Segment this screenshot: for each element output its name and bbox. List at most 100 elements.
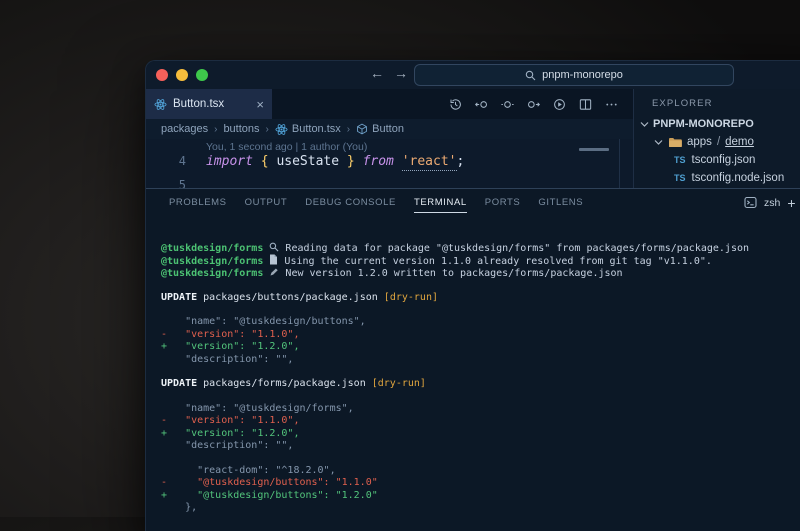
update-label: UPDATE bbox=[161, 292, 197, 303]
terminal-line bbox=[161, 453, 800, 465]
breadcrumb-item[interactable]: Button.tsx bbox=[275, 123, 341, 136]
close-window-button[interactable] bbox=[156, 69, 168, 81]
terminal-line: @tuskdesign/forms New version 1.2.0 writ… bbox=[161, 267, 800, 279]
panel-tab-label: TERMINAL bbox=[414, 197, 467, 213]
open-changes-icon[interactable] bbox=[500, 97, 515, 112]
terminal-line: - "@tuskdesign/buttons": "1.1.0" bbox=[161, 477, 800, 489]
breadcrumb-separator: › bbox=[266, 124, 269, 135]
code-token: from bbox=[363, 154, 394, 169]
terminal-line: "name": "@tuskdesign/buttons", bbox=[161, 316, 800, 328]
code-token: ; bbox=[457, 154, 465, 169]
titlebar: ← → pnpm-monorepo bbox=[146, 61, 800, 89]
tab-label: Button.tsx bbox=[173, 98, 224, 110]
more-actions-icon[interactable] bbox=[604, 97, 619, 112]
timeline-history-icon[interactable] bbox=[448, 97, 463, 112]
panel-tab-bar: PROBLEMS OUTPUTDEBUG CONSOLE TERMINAL PORTS… bbox=[146, 189, 800, 216]
git-blame-annotation: You, 1 second ago | 1 author (You) bbox=[206, 141, 367, 153]
next-change-icon[interactable] bbox=[526, 97, 541, 112]
react-icon bbox=[275, 123, 288, 136]
terminal-line: @tuskdesign/forms Using the current vers… bbox=[161, 254, 800, 266]
breadcrumb-item[interactable]: buttons bbox=[223, 123, 259, 135]
typescript-file-icon: TS bbox=[674, 155, 686, 165]
split-editor-icon[interactable] bbox=[578, 97, 593, 112]
breadcrumb: packages›buttons›Button.tsx›Button bbox=[146, 119, 633, 139]
terminal-line: + "version": "1.2.0", bbox=[161, 341, 800, 353]
diff-ctx-line: "react-dom": "^18.2.0", bbox=[161, 465, 336, 476]
run-file-icon[interactable] bbox=[552, 97, 567, 112]
terminal-line bbox=[161, 304, 800, 316]
code-line: import { useState } from 'react'; bbox=[206, 154, 464, 169]
terminal-line: "name": "@tuskdesign/forms", bbox=[161, 403, 800, 415]
new-terminal-button[interactable]: + bbox=[787, 195, 795, 211]
panel-tab-debug-console[interactable]: DEBUG CONSOLE bbox=[296, 189, 405, 216]
panel-tab-label: PROBLEMS bbox=[169, 197, 227, 208]
forward-arrow-icon[interactable]: → bbox=[394, 65, 408, 81]
minimap-border bbox=[619, 139, 620, 188]
panel-tab-ports[interactable]: PORTS bbox=[476, 189, 530, 216]
document-icon bbox=[269, 256, 278, 267]
code-token: { bbox=[261, 154, 269, 169]
previous-change-icon[interactable] bbox=[474, 97, 489, 112]
package-prefix: @tuskdesign/forms bbox=[161, 268, 263, 279]
terminal-line: - "version": "1.1.0", bbox=[161, 415, 800, 427]
diff-add-line: + "version": "1.2.0", bbox=[161, 341, 299, 352]
panel-tab-label: PORTS bbox=[485, 197, 521, 208]
update-path: packages/forms/package.json bbox=[203, 378, 366, 389]
terminal-output[interactable]: @tuskdesign/forms Reading data for packa… bbox=[146, 216, 800, 515]
panel-tab-terminal[interactable]: TERMINAL bbox=[405, 189, 476, 216]
command-center-search[interactable]: pnpm-monorepo bbox=[414, 64, 734, 86]
log-text: Reading data for package "@tuskdesign/fo… bbox=[285, 243, 749, 254]
file-row-tsconfig[interactable]: TS tsconfig.json bbox=[634, 151, 800, 169]
editor-group: Button.tsx × packages › buttons › Button.tsx… bbox=[146, 89, 633, 188]
close-tab-icon[interactable]: × bbox=[256, 97, 264, 112]
explorer-sidebar: EXPLORER PNPM-MONOREPO apps / demo TS bbox=[633, 89, 800, 188]
terminal-line: UPDATE packages/forms/package.json [dry-… bbox=[161, 378, 800, 390]
package-prefix: @tuskdesign/forms bbox=[161, 243, 263, 254]
workspace-root-row[interactable]: PNPM-MONOREPO bbox=[634, 115, 800, 133]
chevron-down-icon bbox=[654, 138, 663, 146]
code-editor[interactable]: You, 1 second ago | 1 author (You) 4 imp… bbox=[146, 139, 633, 188]
terminal-controls: zsh + bbox=[744, 189, 796, 216]
diff-del-line: - "version": "1.1.0", bbox=[161, 329, 299, 340]
minimize-window-button[interactable] bbox=[176, 69, 188, 81]
scrollbar-thumb[interactable] bbox=[579, 148, 609, 151]
panel-tab-output[interactable]: OUTPUT bbox=[236, 189, 297, 216]
next-line-number: 5 bbox=[168, 178, 186, 188]
terminal-line: }, bbox=[161, 502, 800, 514]
breadcrumb-item[interactable]: packages bbox=[161, 123, 208, 135]
file-name: tsconfig.json bbox=[692, 154, 756, 166]
tab-bar: Button.tsx × bbox=[146, 89, 633, 119]
tab-button-tsx[interactable]: Button.tsx × bbox=[146, 89, 272, 119]
react-file-icon bbox=[154, 98, 167, 111]
panel-tab-problems[interactable]: PROBLEMS bbox=[160, 189, 236, 216]
dry-run-tag: [dry-run] bbox=[384, 292, 438, 303]
terminal-line: "description": "", bbox=[161, 354, 800, 366]
diff-del-line: - "@tuskdesign/buttons": "1.1.0" bbox=[161, 477, 378, 488]
code-token: import bbox=[206, 154, 253, 169]
update-label: UPDATE bbox=[161, 378, 197, 389]
file-row-tsconfig-node[interactable]: TS tsconfig.node.json bbox=[634, 169, 800, 187]
terminal-line: "description": "", bbox=[161, 440, 800, 452]
terminal-line: @tuskdesign/forms Reading data for packa… bbox=[161, 242, 800, 254]
panel-tab-label: GITLENS bbox=[538, 197, 583, 208]
workspace-name: PNPM-MONOREPO bbox=[653, 118, 754, 130]
history-nav: ← → bbox=[370, 65, 408, 81]
terminal-line: + "version": "1.2.0", bbox=[161, 428, 800, 440]
breadcrumb-separator: › bbox=[347, 124, 350, 135]
log-text: Using the current version 1.1.0 already … bbox=[284, 256, 711, 267]
code-token bbox=[355, 154, 363, 169]
code-token bbox=[394, 154, 402, 169]
terminal-line: - "version": "1.1.0", bbox=[161, 329, 800, 341]
shell-label[interactable]: zsh bbox=[764, 197, 780, 209]
diff-add-line: + "version": "1.2.0", bbox=[161, 428, 299, 439]
diff-ctx-line: "description": "", bbox=[161, 354, 293, 365]
breadcrumb-item[interactable]: Button bbox=[356, 123, 404, 135]
maximize-window-button[interactable] bbox=[196, 69, 208, 81]
terminal-line bbox=[161, 366, 800, 378]
back-arrow-icon[interactable]: ← bbox=[370, 65, 384, 81]
panel-tab-gitlens[interactable]: GITLENS bbox=[529, 189, 592, 216]
breadcrumb-label: buttons bbox=[223, 123, 259, 135]
folder-row-apps-demo[interactable]: apps / demo bbox=[634, 133, 800, 151]
dry-run-tag: [dry-run] bbox=[372, 378, 426, 389]
package-prefix: @tuskdesign/forms bbox=[161, 256, 263, 267]
